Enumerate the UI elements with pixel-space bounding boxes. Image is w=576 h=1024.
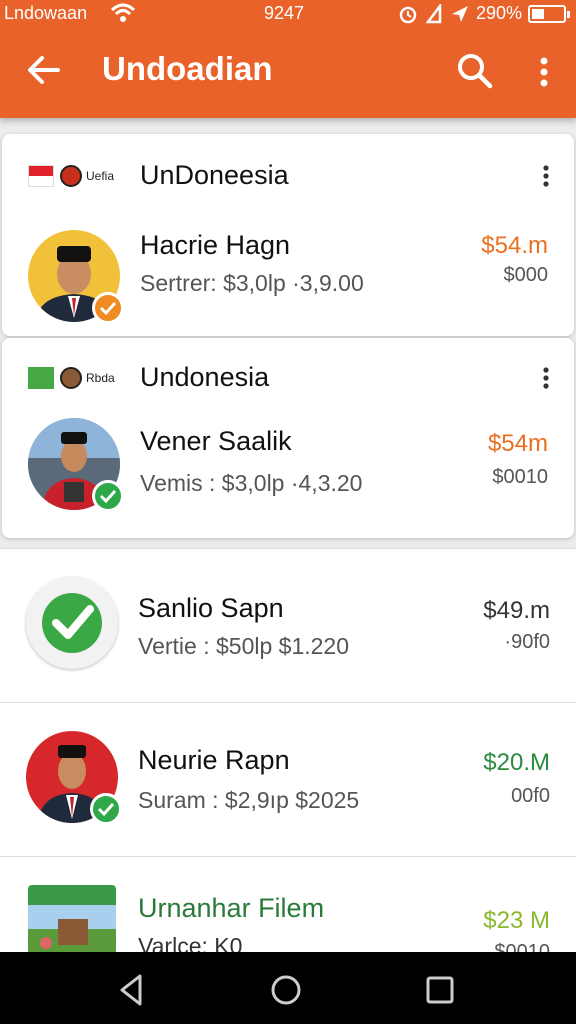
verified-check-icon: [42, 593, 102, 653]
item-subtitle: Varlce: K0: [138, 933, 243, 952]
item-name: Sanlio Sapn: [138, 593, 284, 623]
nav-home-icon[interactable]: [266, 970, 306, 1010]
page-title: Undoadian: [102, 50, 273, 87]
item-subtitle: Sertrer: $3,0lp ·3,9.00: [140, 270, 364, 296]
location-icon: [451, 5, 468, 22]
item-amount: $23 M: [483, 907, 550, 934]
landscape-thumbnail-icon: [28, 885, 116, 952]
item-amount: $54m: [487, 430, 548, 457]
check-badge-icon: [92, 292, 124, 324]
item-secondary-value: $0010: [492, 466, 548, 488]
signal-icon: [425, 3, 442, 23]
item-subtitle: Vemis : $3,0lp ·4,3.20: [140, 470, 363, 496]
item-name: Urnanhar Filem: [138, 893, 325, 923]
list-item[interactable]: Urnanhar Filem Varlce: K0 $23 M $0010: [0, 856, 576, 952]
brand-text: Rbda: [86, 370, 115, 385]
more-vert-icon[interactable]: [536, 162, 556, 190]
indonesia-flag-icon: [28, 165, 54, 187]
transaction-list: Uefia UnDoneesia Hacrie Hagn Sertrer: $3…: [0, 118, 576, 952]
battery-icon: [528, 4, 570, 23]
item-amount: $54.m: [481, 232, 548, 259]
back-arrow-icon[interactable]: [22, 48, 66, 92]
item-name: Hacrie Hagn: [140, 230, 291, 260]
wifi-icon: [110, 3, 136, 22]
item-amount: $49.m: [483, 597, 550, 624]
avatar: [28, 230, 124, 324]
group-title: UnDoneesia: [140, 160, 289, 190]
alarm-icon: [399, 6, 417, 23]
item-amount: $20.M: [483, 749, 550, 776]
thumbnail: [28, 885, 116, 952]
more-vert-icon[interactable]: [528, 52, 560, 92]
status-bar: Lndowaan 9247 290%: [0, 0, 576, 28]
more-vert-icon[interactable]: [536, 364, 556, 392]
group-card: Uefia UnDoneesia Hacrie Hagn Sertrer: $3…: [2, 134, 574, 336]
group-title: Undonesia: [140, 362, 270, 392]
check-badge-icon: [92, 480, 124, 512]
item-secondary-value: ·90f0: [504, 631, 550, 653]
avatar: [26, 731, 122, 825]
brand-text: Uefia: [86, 168, 115, 183]
group-logo: Uefia: [28, 156, 126, 196]
nav-back-icon[interactable]: [112, 970, 152, 1010]
emblem-icon: [60, 165, 82, 187]
list-item[interactable]: Sanlio Sapn Vertie : $50lp $1.220 $49.m …: [0, 548, 576, 702]
battery-percent: 290%: [475, 3, 522, 23]
avatar: [28, 418, 124, 512]
emblem-icon: [60, 367, 82, 389]
item-secondary-value: 00f0: [511, 785, 550, 807]
check-badge-icon: [90, 793, 122, 825]
green-flag-icon: [28, 367, 54, 389]
avatar: [26, 577, 118, 669]
item-subtitle: Suram : $2,9ıp $2025: [138, 787, 360, 813]
list-item[interactable]: Neurie Rapn Suram : $2,9ıp $2025 $20.M 0…: [0, 702, 576, 856]
status-right-group: 290%: [398, 3, 570, 24]
group-card: Rbda Undonesia Vener Saalik Vemis: $3,0…: [2, 338, 574, 538]
item-name: Vener Saalik: [140, 426, 292, 456]
group-logo: Rbda: [28, 358, 126, 398]
search-icon[interactable]: [452, 48, 496, 92]
item-secondary-value: $0010: [494, 941, 550, 952]
status-time: 9247: [264, 3, 305, 23]
carrier-label: Lndowaan: [4, 3, 88, 23]
item-secondary-value: $000: [503, 264, 549, 286]
item-name: Neurie Rapn: [138, 745, 290, 775]
item-subtitle: Vertie : $50lp $1.220: [138, 633, 349, 659]
system-nav-bar: [0, 952, 576, 1024]
nav-recents-icon[interactable]: [420, 970, 460, 1010]
app-header: Lndowaan 9247 290% Undoadian: [0, 0, 576, 118]
